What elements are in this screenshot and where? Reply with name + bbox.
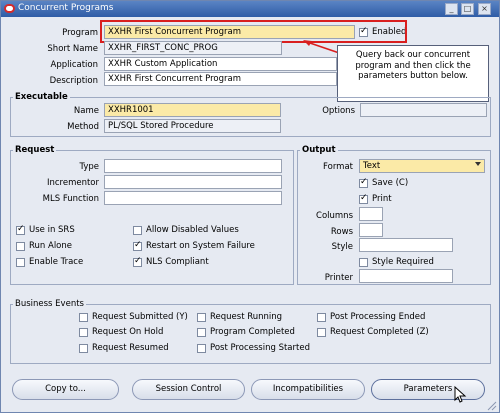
incompatibilities-button[interactable]: Incompatibilities [251, 379, 365, 400]
method-field[interactable]: PL/SQL Stored Procedure [104, 119, 281, 133]
allow-disabled-checkbox[interactable]: Allow Disabled Values [133, 225, 239, 235]
event-post-processing-started-checkbox[interactable]: Post Processing Started [197, 343, 310, 353]
nls-compliant-check-icon [133, 256, 142, 267]
run-alone-box-icon [16, 241, 25, 251]
restart-check-icon [133, 240, 142, 251]
maximize-icon[interactable]: □ [461, 3, 474, 15]
options-field[interactable] [360, 103, 487, 117]
use-in-srs-checkbox[interactable]: Use in SRS [16, 224, 75, 235]
options-label: Options [322, 106, 355, 116]
enable-trace-checkbox[interactable]: Enable Trace [16, 257, 83, 267]
rows-label: Rows [330, 227, 353, 237]
style-required-box-icon [359, 257, 368, 267]
format-select[interactable]: Text [359, 159, 485, 173]
mouse-cursor-icon [454, 385, 467, 403]
save-checkbox[interactable]: Save (C) [359, 177, 408, 188]
short-name-label: Short Name [47, 44, 98, 54]
run-alone-checkbox[interactable]: Run Alone [16, 241, 72, 251]
close-icon[interactable]: × [478, 3, 491, 15]
event-post-processing-ended-checkbox[interactable]: Post Processing Ended [317, 312, 425, 322]
checkbox-icon [317, 312, 326, 322]
print-checkbox[interactable]: Print [359, 193, 392, 204]
printer-label: Printer [324, 273, 353, 283]
mls-function-label: MLS Function [42, 194, 99, 204]
minimize-icon[interactable]: _ [445, 3, 458, 15]
checkbox-icon [79, 327, 88, 337]
checkbox-icon [197, 343, 206, 353]
printer-field[interactable] [359, 269, 453, 283]
nls-compliant-checkbox[interactable]: NLS Compliant [133, 256, 209, 267]
allow-disabled-box-icon [133, 225, 142, 235]
checkbox-icon [317, 327, 326, 337]
copy-to-button[interactable]: Copy to... [12, 379, 119, 400]
concurrent-programs-window: Concurrent Programs _ □ × Program XXHR F… [0, 0, 500, 413]
short-name-field[interactable]: XXHR_FIRST_CONC_PROG [104, 41, 282, 55]
exec-name-label: Name [73, 106, 99, 116]
style-label: Style [331, 242, 353, 252]
checkbox-icon [79, 312, 88, 322]
type-label: Type [79, 162, 99, 172]
columns-label: Columns [316, 211, 353, 221]
columns-field[interactable] [359, 207, 383, 221]
save-check-icon [359, 177, 368, 188]
request-title: Request [13, 145, 57, 155]
method-label: Method [67, 122, 99, 132]
rows-field[interactable] [359, 223, 383, 237]
description-field[interactable]: XXHR First Concurrent Program [104, 72, 337, 86]
event-program-completed-checkbox[interactable]: Program Completed [197, 327, 295, 337]
program-highlight [100, 20, 407, 43]
event-request-completed-checkbox[interactable]: Request Completed (Z) [317, 327, 429, 337]
application-label: Application [50, 60, 99, 70]
event-request-on-hold-checkbox[interactable]: Request On Hold [79, 327, 163, 337]
print-check-icon [359, 193, 368, 204]
restart-checkbox[interactable]: Restart on System Failure [133, 240, 255, 251]
checkbox-icon [197, 327, 206, 337]
style-field[interactable] [359, 238, 453, 252]
checkbox-icon [197, 312, 206, 322]
exec-name-field[interactable]: XXHR1001 [104, 103, 281, 117]
session-control-button[interactable]: Session Control [132, 379, 245, 400]
output-title: Output [300, 145, 338, 155]
incrementor-label: Incrementor [46, 178, 99, 188]
title-bar: Concurrent Programs _ □ × [1, 1, 499, 17]
enable-trace-box-icon [16, 257, 25, 267]
event-request-running-checkbox[interactable]: Request Running [197, 312, 282, 322]
checkbox-icon [79, 343, 88, 353]
oracle-logo-icon [4, 4, 15, 13]
event-request-submitted-checkbox[interactable]: Request Submitted (Y) [79, 312, 188, 322]
format-label: Format [323, 162, 353, 172]
type-field[interactable] [104, 159, 282, 173]
chevron-down-icon [475, 162, 481, 166]
resize-grip-icon[interactable] [485, 399, 497, 411]
business-events-title: Business Events [13, 299, 86, 309]
use-in-srs-check-icon [16, 224, 25, 235]
description-label: Description [49, 76, 98, 86]
event-request-resumed-checkbox[interactable]: Request Resumed [79, 343, 169, 353]
program-label: Program [62, 28, 98, 38]
callout-note: Query back our concurrent program and th… [337, 45, 489, 102]
window-title: Concurrent Programs [18, 3, 114, 13]
executable-title: Executable [13, 92, 70, 102]
incrementor-field[interactable] [104, 175, 282, 189]
style-required-checkbox[interactable]: Style Required [359, 257, 434, 267]
mls-function-field[interactable] [104, 191, 282, 205]
